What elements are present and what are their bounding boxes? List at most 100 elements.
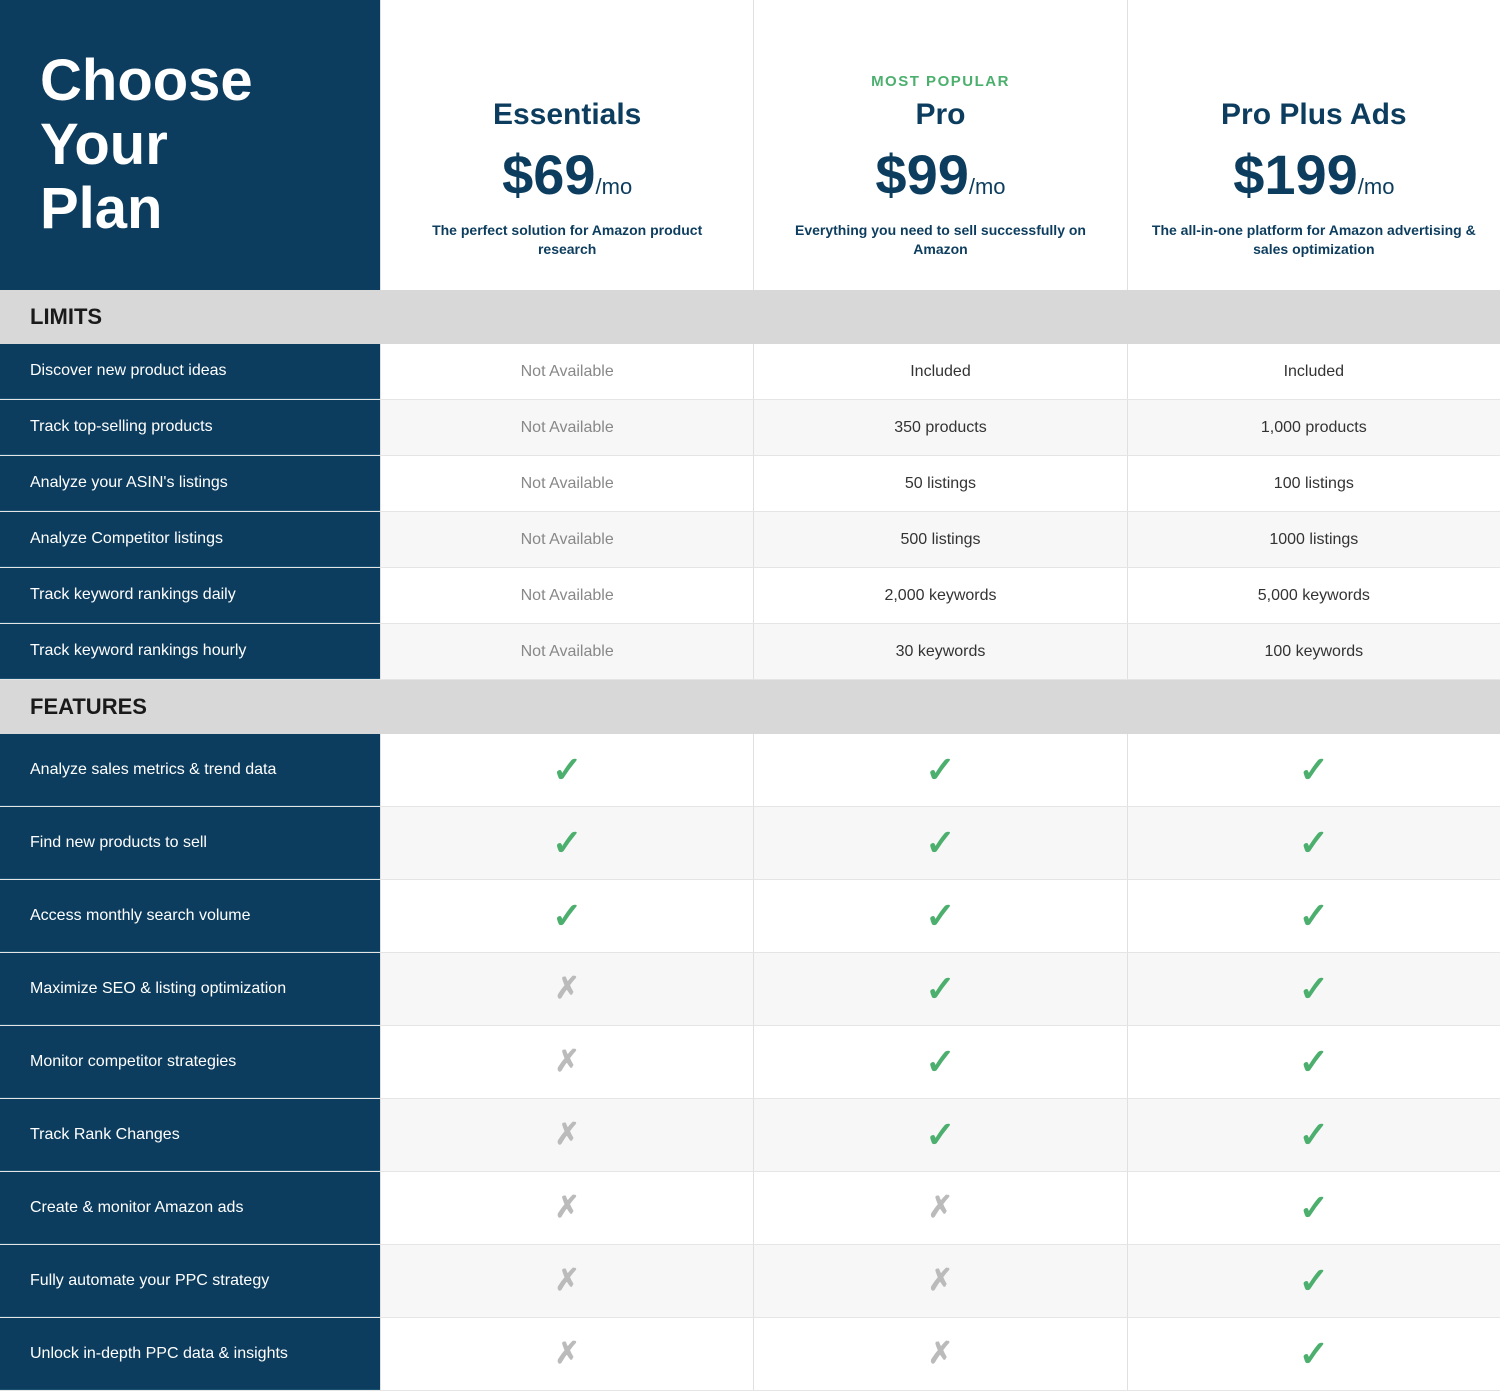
row-label-cell: Track top-selling products: [0, 400, 380, 455]
row-value-cell: ✗: [380, 1245, 753, 1317]
row-value-cell: Not Available: [380, 400, 753, 455]
check-icon: ✓: [925, 752, 955, 788]
header-row: ChooseYourPlan Essentials $69 /mo The pe…: [0, 0, 1500, 290]
row-label-cell: Analyze sales metrics & trend data: [0, 734, 380, 806]
row-value-cell: ✗: [380, 1099, 753, 1171]
feature-row: Monitor competitor strategies ✗ ✓ ✓: [0, 1026, 1500, 1099]
row-label-cell: Monitor competitor strategies: [0, 1026, 380, 1098]
check-icon: ✓: [1299, 752, 1329, 788]
pro-name: Pro: [915, 98, 965, 132]
row-value-cell: 500 listings: [753, 512, 1126, 567]
check-icon: ✓: [925, 898, 955, 934]
pro-badge: MOST POPULAR: [871, 73, 1010, 90]
feature-row: Find new products to sell ✓ ✓ ✓: [0, 807, 1500, 880]
row-label-cell: Discover new product ideas: [0, 344, 380, 399]
limits-label: LIMITS: [0, 304, 380, 330]
feature-row: Analyze sales metrics & trend data ✓ ✓ ✓: [0, 734, 1500, 807]
check-icon: ✓: [1299, 825, 1329, 861]
row-label-cell: Fully automate your PPC strategy: [0, 1245, 380, 1317]
essentials-per: /mo: [596, 174, 633, 200]
row-label-cell: Find new products to sell: [0, 807, 380, 879]
row-value-cell: ✓: [1127, 1245, 1500, 1317]
essentials-description: The perfect solution for Amazon product …: [401, 221, 733, 260]
row-label-cell: Analyze your ASIN's listings: [0, 456, 380, 511]
features-label: FEATURES: [0, 694, 380, 720]
feature-row: Access monthly search volume✓✓✓: [0, 880, 1500, 953]
feature-row: Unlock in-depth PPC data & insights ✗ ✗ ✓: [0, 1318, 1500, 1391]
row-value-cell: 5,000 keywords: [1127, 568, 1500, 623]
row-value-cell: Not Available: [380, 456, 753, 511]
row-value-cell: ✓: [753, 734, 1126, 806]
row-value-cell: ✓: [1127, 807, 1500, 879]
pro-price-container: $99 /mo: [875, 142, 1005, 207]
x-icon: ✗: [928, 1266, 953, 1296]
row-label-cell: Track keyword rankings hourly: [0, 624, 380, 679]
essentials-name: Essentials: [493, 98, 641, 132]
row-value-cell: ✓: [1127, 1099, 1500, 1171]
pro-plus-price: $199: [1233, 142, 1358, 207]
check-icon: ✓: [925, 1117, 955, 1153]
plan-title-cell: ChooseYourPlan: [0, 0, 380, 290]
row-value-cell: Included: [1127, 344, 1500, 399]
essentials-price-container: $69 /mo: [502, 142, 632, 207]
row-value-cell: ✗: [380, 953, 753, 1025]
row-label-cell: Maximize SEO & listing optimization: [0, 953, 380, 1025]
row-value-cell: Not Available: [380, 624, 753, 679]
check-icon: ✓: [925, 825, 955, 861]
check-icon: ✓: [925, 971, 955, 1007]
check-icon: ✓: [1299, 1190, 1329, 1226]
row-value-cell: 2,000 keywords: [753, 568, 1126, 623]
limits-row: Analyze Competitor listingsNot Available…: [0, 512, 1500, 568]
pro-plus-name: Pro Plus Ads: [1221, 98, 1407, 132]
limits-row: Discover new product ideasNot AvailableI…: [0, 344, 1500, 400]
essentials-price: $69: [502, 142, 595, 207]
x-icon: ✗: [555, 1339, 580, 1369]
row-value-cell: ✓: [753, 1026, 1126, 1098]
row-label-cell: Create & monitor Amazon ads: [0, 1172, 380, 1244]
row-value-cell: 100 listings: [1127, 456, 1500, 511]
row-label-cell: Track keyword rankings daily: [0, 568, 380, 623]
row-value-cell: ✓: [1127, 734, 1500, 806]
not-available-text: Not Available: [521, 419, 614, 437]
check-icon: ✓: [1299, 1044, 1329, 1080]
row-value-cell: ✓: [753, 880, 1126, 952]
check-icon: ✓: [1299, 1263, 1329, 1299]
page-title: ChooseYourPlan: [40, 49, 253, 240]
check-icon: ✓: [552, 825, 582, 861]
row-value-cell: ✗: [380, 1172, 753, 1244]
limits-rows: Discover new product ideas Not Available I…: [0, 344, 1500, 680]
feature-row: Track Rank Changes✗ ✓ ✓: [0, 1099, 1500, 1172]
pro-plus-per: /mo: [1358, 174, 1395, 200]
feature-row: Create & monitor Amazon ads✗✗✓: [0, 1172, 1500, 1245]
check-icon: ✓: [925, 1044, 955, 1080]
row-value-cell: 1,000 products: [1127, 400, 1500, 455]
row-value-cell: 100 keywords: [1127, 624, 1500, 679]
pro-plus-description: The all-in-one platform for Amazon adver…: [1148, 221, 1480, 260]
row-value-cell: ✓: [753, 807, 1126, 879]
check-icon: ✓: [552, 752, 582, 788]
limits-row: Track keyword rankings hourlyNot Availab…: [0, 624, 1500, 680]
x-icon: ✗: [555, 1047, 580, 1077]
check-icon: ✓: [1299, 971, 1329, 1007]
row-label-cell: Unlock in-depth PPC data & insights: [0, 1318, 380, 1390]
row-value-cell: ✓: [380, 880, 753, 952]
pro-plus-header: Pro Plus Ads $199 /mo The all-in-one pla…: [1127, 0, 1500, 290]
row-value-cell: ✓: [1127, 1172, 1500, 1244]
row-label-cell: Track Rank Changes: [0, 1099, 380, 1171]
x-icon: ✗: [555, 974, 580, 1004]
row-value-cell: ✗: [380, 1318, 753, 1390]
row-value-cell: ✓: [380, 807, 753, 879]
row-label-cell: Analyze Competitor listings: [0, 512, 380, 567]
pro-per: /mo: [969, 174, 1006, 200]
check-icon: ✓: [1299, 1336, 1329, 1372]
x-icon: ✗: [928, 1339, 953, 1369]
features-section-header: FEATURES: [0, 680, 1500, 734]
row-value-cell: ✓: [1127, 1026, 1500, 1098]
row-value-cell: ✗: [753, 1318, 1126, 1390]
features-rows: Analyze sales metrics & trend data✓✓✓Fin…: [0, 734, 1500, 1391]
check-icon: ✓: [1299, 898, 1329, 934]
row-value-cell: 50 listings: [753, 456, 1126, 511]
pro-price: $99: [875, 142, 968, 207]
x-icon: ✗: [555, 1193, 580, 1223]
pro-description: Everything you need to sell successfully…: [774, 221, 1106, 260]
